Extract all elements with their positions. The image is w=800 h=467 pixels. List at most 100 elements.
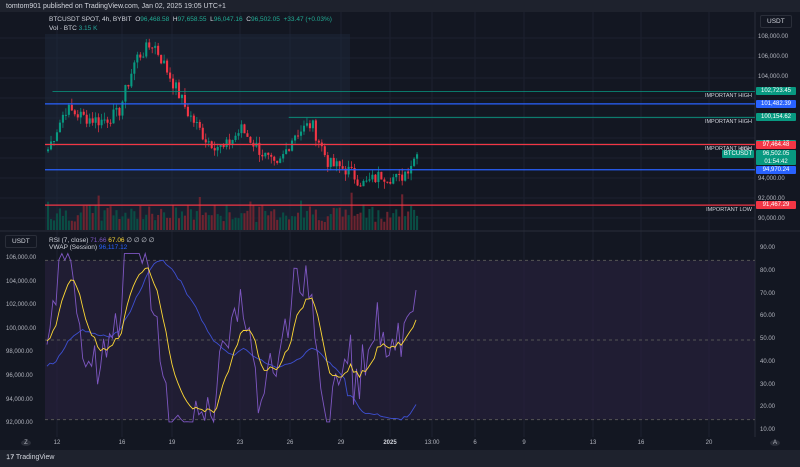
candle-body	[79, 111, 82, 118]
volume-bar	[174, 207, 178, 230]
candle-body	[97, 117, 100, 126]
volume-bar	[398, 216, 401, 230]
symbol-label[interactable]: BTCUSDT SPOT, 4h, BYBIT	[49, 16, 132, 23]
open-value: 96,468.58	[140, 16, 170, 23]
candle-body	[186, 106, 189, 117]
volume-bar	[160, 208, 163, 230]
candle-body	[61, 114, 64, 123]
volume-bar	[288, 219, 291, 230]
candle-body	[273, 156, 276, 161]
volume-bar	[305, 210, 308, 230]
candle-body	[166, 60, 169, 73]
volume-bar	[371, 206, 374, 230]
candle-body	[282, 154, 285, 159]
change-value: +33.47 (+0.03%)	[283, 16, 332, 23]
candle-body	[335, 161, 338, 167]
candle-body	[311, 120, 314, 129]
volume-bar	[329, 214, 332, 230]
candle-body	[109, 122, 112, 124]
candle-body	[106, 119, 109, 123]
candle-body	[91, 118, 94, 123]
volume-bar	[359, 212, 362, 230]
rsi-axis-tick: 30.00	[760, 381, 776, 388]
candle-body	[52, 140, 56, 142]
volume-bar	[154, 220, 157, 230]
candle-body	[368, 179, 371, 181]
candle-body	[49, 141, 53, 150]
volume-bar	[166, 217, 169, 230]
chart-canvas[interactable]	[0, 0, 800, 450]
level-price-label: 102,723.45	[756, 87, 796, 96]
volume-bar	[255, 221, 258, 230]
volume-bar	[142, 219, 145, 230]
volume-bar	[157, 214, 160, 230]
candle-body	[383, 179, 386, 182]
candle-body	[347, 166, 350, 175]
candle-body	[183, 94, 186, 107]
candle-body	[225, 139, 228, 148]
volume-legend: Vol · BTC 3.15 K	[49, 25, 98, 32]
volume-bar	[392, 213, 395, 230]
tradingview-logo[interactable]: 𝟷𝟩 TradingView	[6, 454, 54, 462]
volume-bar	[210, 215, 213, 230]
candle-body	[64, 114, 67, 116]
candle-body	[380, 171, 383, 180]
volume-bar	[183, 215, 186, 230]
candle-body	[332, 157, 335, 167]
auto-scale-button[interactable]: A	[770, 440, 780, 446]
volume-bar	[118, 218, 121, 230]
volume-bar	[386, 211, 389, 230]
price-tick: 104,000.00	[758, 74, 789, 81]
candle-body	[127, 84, 130, 87]
candle-body	[270, 154, 273, 157]
volume-bar	[234, 217, 237, 230]
candle-body	[213, 148, 216, 151]
zoom-button[interactable]: Z	[21, 440, 31, 446]
volume-bar	[219, 215, 222, 230]
volume-bar	[380, 218, 383, 230]
volume-bar	[169, 217, 172, 230]
volume-value: 3.15 K	[78, 25, 98, 32]
candle-body	[234, 135, 237, 140]
volume-bar	[91, 213, 94, 230]
time-tick: 20	[705, 440, 713, 446]
currency-button[interactable]: USDT	[760, 15, 792, 28]
candle-body	[362, 180, 365, 187]
rsi-axis-tick: 40.00	[760, 358, 776, 365]
time-tick: 13:00	[424, 440, 440, 446]
lower-currency-button[interactable]: USDT	[5, 235, 37, 248]
volume-bar	[79, 212, 82, 230]
candle-body	[216, 146, 219, 151]
volume-bar	[103, 210, 106, 230]
volume-bar	[195, 211, 198, 230]
volume-bar	[180, 211, 184, 230]
candle-body	[317, 140, 320, 143]
volume-bar	[145, 214, 148, 230]
volume-bar	[85, 205, 88, 230]
candle-body	[329, 157, 332, 167]
candle-body	[276, 160, 279, 163]
volume-bar	[356, 213, 359, 230]
candle-body	[296, 135, 300, 137]
volume-bar	[341, 216, 344, 230]
level-price-label: 100,154.62	[756, 113, 796, 122]
candle-body	[204, 139, 207, 143]
volume-bar	[314, 209, 317, 230]
candle-body	[392, 177, 395, 184]
candle-body	[404, 171, 407, 181]
volume-bar	[70, 220, 73, 230]
candle-body	[389, 181, 392, 184]
low-value: 96,047.16	[213, 16, 243, 23]
rsi-axis-tick: 60.00	[760, 313, 776, 320]
volume-bar	[100, 220, 103, 230]
vwap-axis-tick: 104,000.00	[6, 278, 37, 285]
volume-bar	[246, 210, 249, 230]
volume-bar	[201, 214, 204, 230]
rsi-value: 71.66	[90, 237, 107, 244]
volume-bar	[82, 205, 85, 230]
candle-body	[47, 149, 50, 152]
candle-body	[85, 114, 88, 124]
time-tick: 6	[473, 440, 477, 446]
candle-body	[112, 109, 115, 124]
volume-bar	[347, 215, 350, 230]
